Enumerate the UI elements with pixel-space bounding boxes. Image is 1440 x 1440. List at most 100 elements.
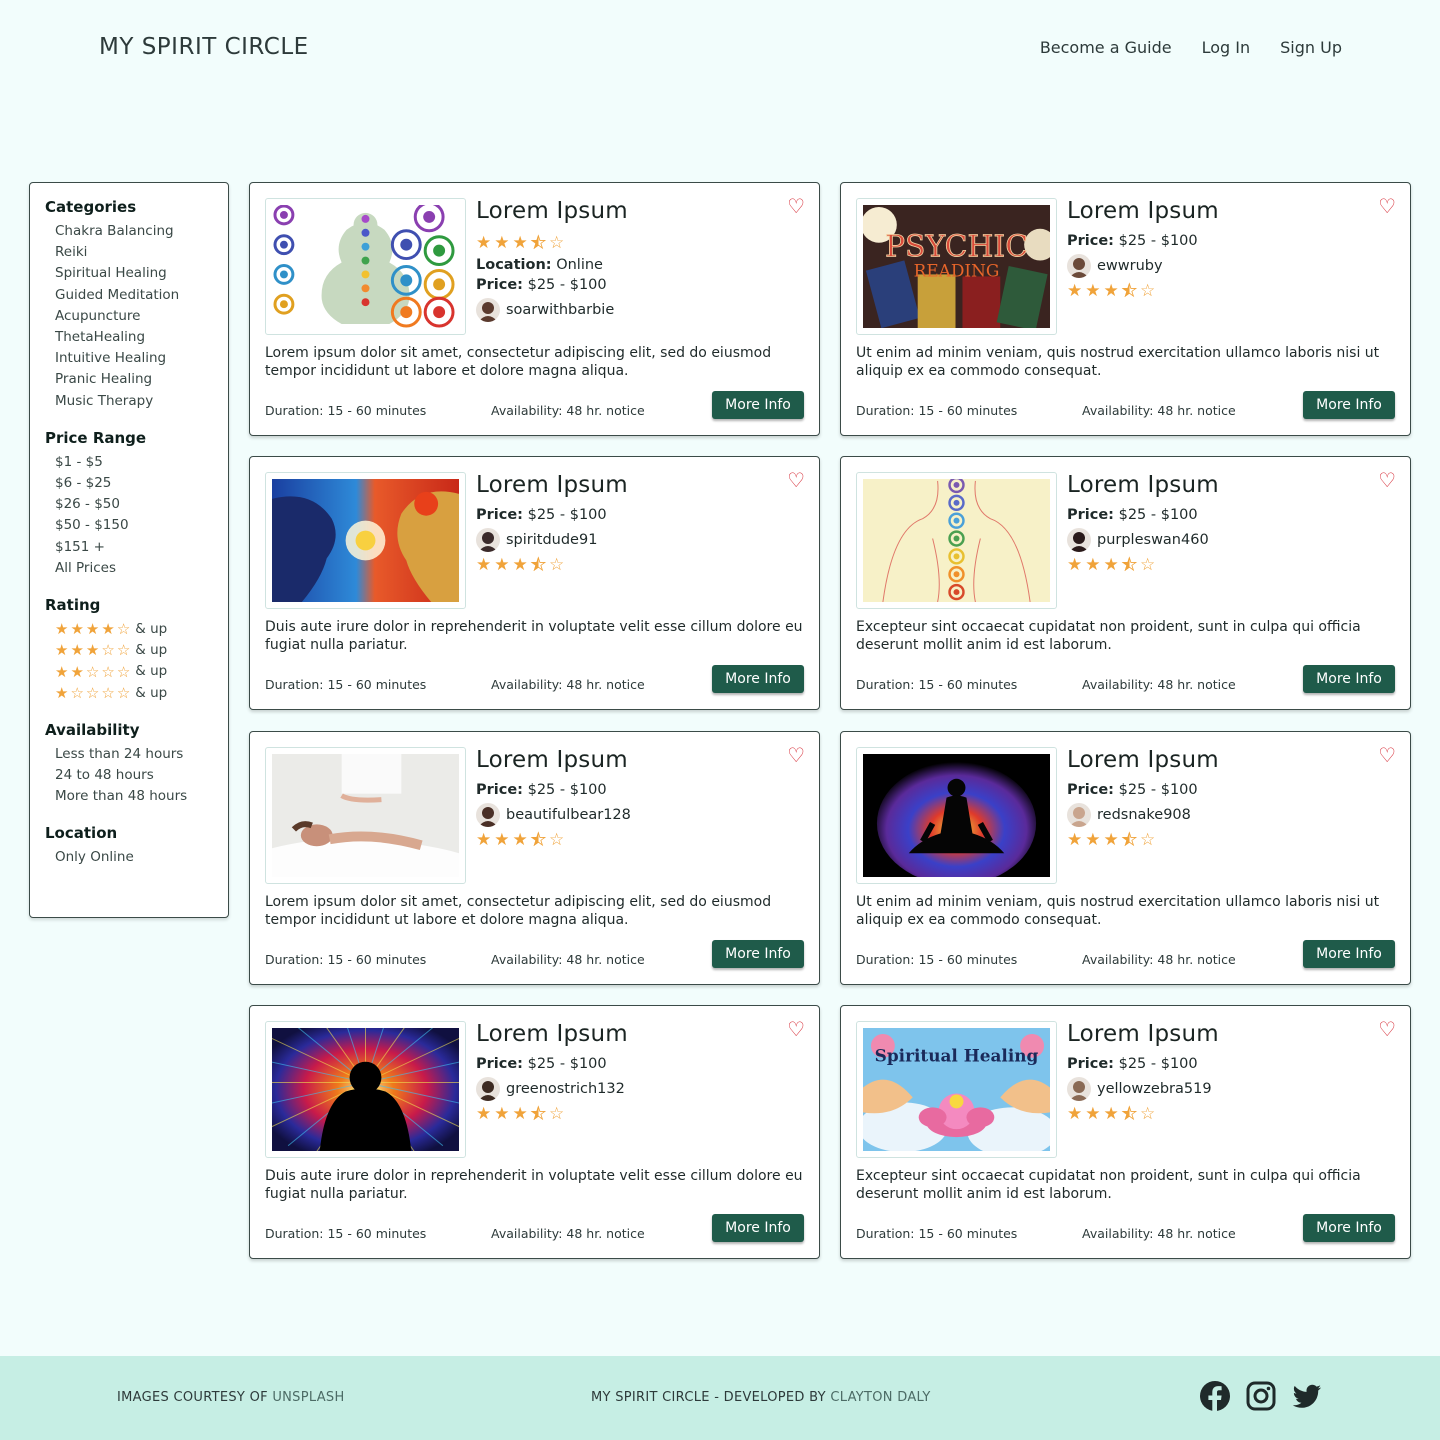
favorite-heart-icon[interactable]: ♡ bbox=[1378, 196, 1396, 216]
category-item[interactable]: Music Therapy bbox=[55, 391, 228, 412]
guide-profile[interactable]: redsnake908 bbox=[1067, 802, 1387, 828]
nav-log-in[interactable]: Log In bbox=[1202, 38, 1251, 57]
card-title[interactable]: Lorem Ipsum bbox=[1067, 472, 1219, 498]
star-filled-icon: ★ bbox=[476, 554, 492, 575]
card-title[interactable]: Lorem Ipsum bbox=[476, 747, 628, 773]
star-empty-icon: ☆ bbox=[549, 1103, 565, 1124]
availability-item[interactable]: 24 to 48 hours bbox=[55, 765, 228, 786]
more-info-button[interactable]: More Info bbox=[712, 665, 804, 693]
star-half-icon: ★ bbox=[530, 554, 546, 575]
nav-sign-up[interactable]: Sign Up bbox=[1280, 38, 1342, 57]
price-item[interactable]: $6 - $25 bbox=[55, 473, 228, 494]
guide-profile[interactable]: soarwithbarbie bbox=[476, 297, 796, 323]
star-filled-icon: ★ bbox=[494, 1103, 510, 1124]
price-item[interactable]: $26 - $50 bbox=[55, 494, 228, 515]
more-info-button[interactable]: More Info bbox=[712, 391, 804, 419]
guide-username[interactable]: beautifulbear128 bbox=[506, 807, 631, 823]
category-item[interactable]: ThetaHealing bbox=[55, 327, 228, 348]
guide-username[interactable]: purpleswan460 bbox=[1097, 532, 1209, 548]
star-half-icon: ★ bbox=[1121, 829, 1137, 850]
guide-profile[interactable]: ewwruby bbox=[1067, 253, 1387, 279]
card-title[interactable]: Lorem Ipsum bbox=[1067, 198, 1219, 224]
more-info-button[interactable]: More Info bbox=[1303, 391, 1395, 419]
footer-credits: IMAGES COURTESY OF UNSPLASH bbox=[117, 1390, 345, 1405]
more-info-button[interactable]: More Info bbox=[1303, 1214, 1395, 1242]
card-availability: Availability: 48 hr. notice bbox=[491, 1226, 645, 1241]
facebook-icon[interactable] bbox=[1199, 1380, 1231, 1412]
guide-profile[interactable]: yellowzebra519 bbox=[1067, 1076, 1387, 1102]
category-item[interactable]: Guided Meditation bbox=[55, 285, 228, 306]
guide-username[interactable]: redsnake908 bbox=[1097, 807, 1191, 823]
rating-up-label: & up bbox=[135, 642, 168, 659]
rating-filter-item[interactable]: ★ ★ ★ ★ ☆ & up bbox=[55, 619, 228, 640]
listing-image[interactable]: Spiritual Healing bbox=[856, 1021, 1057, 1158]
card-title[interactable]: Lorem Ipsum bbox=[476, 198, 628, 224]
guide-username[interactable]: ewwruby bbox=[1097, 258, 1163, 274]
availability-item[interactable]: Less than 24 hours bbox=[55, 744, 228, 765]
card-title[interactable]: Lorem Ipsum bbox=[1067, 747, 1219, 773]
listing-image[interactable] bbox=[856, 747, 1057, 884]
guide-username[interactable]: spiritdude91 bbox=[506, 532, 597, 548]
star-empty-icon: ☆ bbox=[1140, 1103, 1156, 1124]
rating-filter-item[interactable]: ★ ★ ☆ ☆ ☆ & up bbox=[55, 661, 228, 682]
guide-username[interactable]: soarwithbarbie bbox=[506, 302, 614, 318]
more-info-button[interactable]: More Info bbox=[1303, 940, 1395, 968]
category-item[interactable]: Pranic Healing bbox=[55, 369, 228, 390]
guide-profile[interactable]: greenostrich132 bbox=[476, 1076, 796, 1102]
unsplash-link[interactable]: UNSPLASH bbox=[272, 1390, 344, 1405]
favorite-heart-icon[interactable]: ♡ bbox=[787, 470, 805, 490]
price-item[interactable]: All Prices bbox=[55, 558, 228, 579]
card-title[interactable]: Lorem Ipsum bbox=[476, 472, 628, 498]
favorite-heart-icon[interactable]: ♡ bbox=[787, 745, 805, 765]
listing-image[interactable] bbox=[265, 472, 466, 609]
star-filled-icon: ★ bbox=[1103, 554, 1119, 575]
card-availability: Availability: 48 hr. notice bbox=[491, 677, 645, 692]
listing-image[interactable] bbox=[265, 1021, 466, 1158]
nav-become-guide[interactable]: Become a Guide bbox=[1040, 38, 1172, 57]
listing-image[interactable]: PSYCHIC READING bbox=[856, 198, 1057, 335]
instagram-icon[interactable] bbox=[1245, 1380, 1277, 1412]
price-label: Price: bbox=[1067, 1056, 1114, 1072]
card-info: ★ ★ ★ ★ ☆ Location: Online Price: $25 - $100 s… bbox=[476, 231, 796, 323]
card-title[interactable]: Lorem Ipsum bbox=[476, 1021, 628, 1047]
brand-logo[interactable]: MY SPIRIT CIRCLE bbox=[99, 34, 309, 60]
twitter-icon[interactable] bbox=[1291, 1380, 1323, 1412]
category-item[interactable]: Spiritual Healing bbox=[55, 263, 228, 284]
rating-filter-item[interactable]: ★ ★ ★ ☆ ☆ & up bbox=[55, 640, 228, 661]
location-item[interactable]: Only Online bbox=[55, 847, 228, 868]
favorite-heart-icon[interactable]: ♡ bbox=[1378, 1019, 1396, 1039]
developer-link[interactable]: CLAYTON DALY bbox=[830, 1390, 930, 1405]
star-filled-icon: ★ bbox=[85, 620, 100, 639]
listing-image[interactable] bbox=[265, 747, 466, 884]
star-half-icon: ★ bbox=[1121, 280, 1137, 301]
star-empty-icon: ☆ bbox=[85, 683, 100, 702]
category-item[interactable]: Chakra Balancing bbox=[55, 221, 228, 242]
category-item[interactable]: Intuitive Healing bbox=[55, 348, 228, 369]
card-rating: ★ ★ ★ ★ ☆ bbox=[1067, 1102, 1387, 1126]
more-info-button[interactable]: More Info bbox=[712, 1214, 804, 1242]
more-info-button[interactable]: More Info bbox=[712, 940, 804, 968]
guide-username[interactable]: greenostrich132 bbox=[506, 1081, 625, 1097]
favorite-heart-icon[interactable]: ♡ bbox=[1378, 470, 1396, 490]
favorite-heart-icon[interactable]: ♡ bbox=[787, 1019, 805, 1039]
guide-profile[interactable]: purpleswan460 bbox=[1067, 527, 1387, 553]
star-empty-icon: ☆ bbox=[85, 662, 100, 681]
card-availability: Availability: 48 hr. notice bbox=[491, 403, 645, 418]
guide-profile[interactable]: beautifulbear128 bbox=[476, 802, 796, 828]
availability-item[interactable]: More than 48 hours bbox=[55, 786, 228, 807]
listing-image[interactable] bbox=[856, 472, 1057, 609]
category-item[interactable]: Acupuncture bbox=[55, 306, 228, 327]
more-info-button[interactable]: More Info bbox=[1303, 665, 1395, 693]
favorite-heart-icon[interactable]: ♡ bbox=[1378, 745, 1396, 765]
favorite-heart-icon[interactable]: ♡ bbox=[787, 196, 805, 216]
star-filled-icon: ★ bbox=[476, 1103, 492, 1124]
price-item[interactable]: $151 + bbox=[55, 537, 228, 558]
price-item[interactable]: $1 - $5 bbox=[55, 452, 228, 473]
category-item[interactable]: Reiki bbox=[55, 242, 228, 263]
price-item[interactable]: $50 - $150 bbox=[55, 515, 228, 536]
card-title[interactable]: Lorem Ipsum bbox=[1067, 1021, 1219, 1047]
rating-filter-item[interactable]: ★ ☆ ☆ ☆ ☆ & up bbox=[55, 683, 228, 704]
guide-profile[interactable]: spiritdude91 bbox=[476, 527, 796, 553]
listing-image[interactable] bbox=[265, 198, 466, 335]
guide-username[interactable]: yellowzebra519 bbox=[1097, 1081, 1212, 1097]
